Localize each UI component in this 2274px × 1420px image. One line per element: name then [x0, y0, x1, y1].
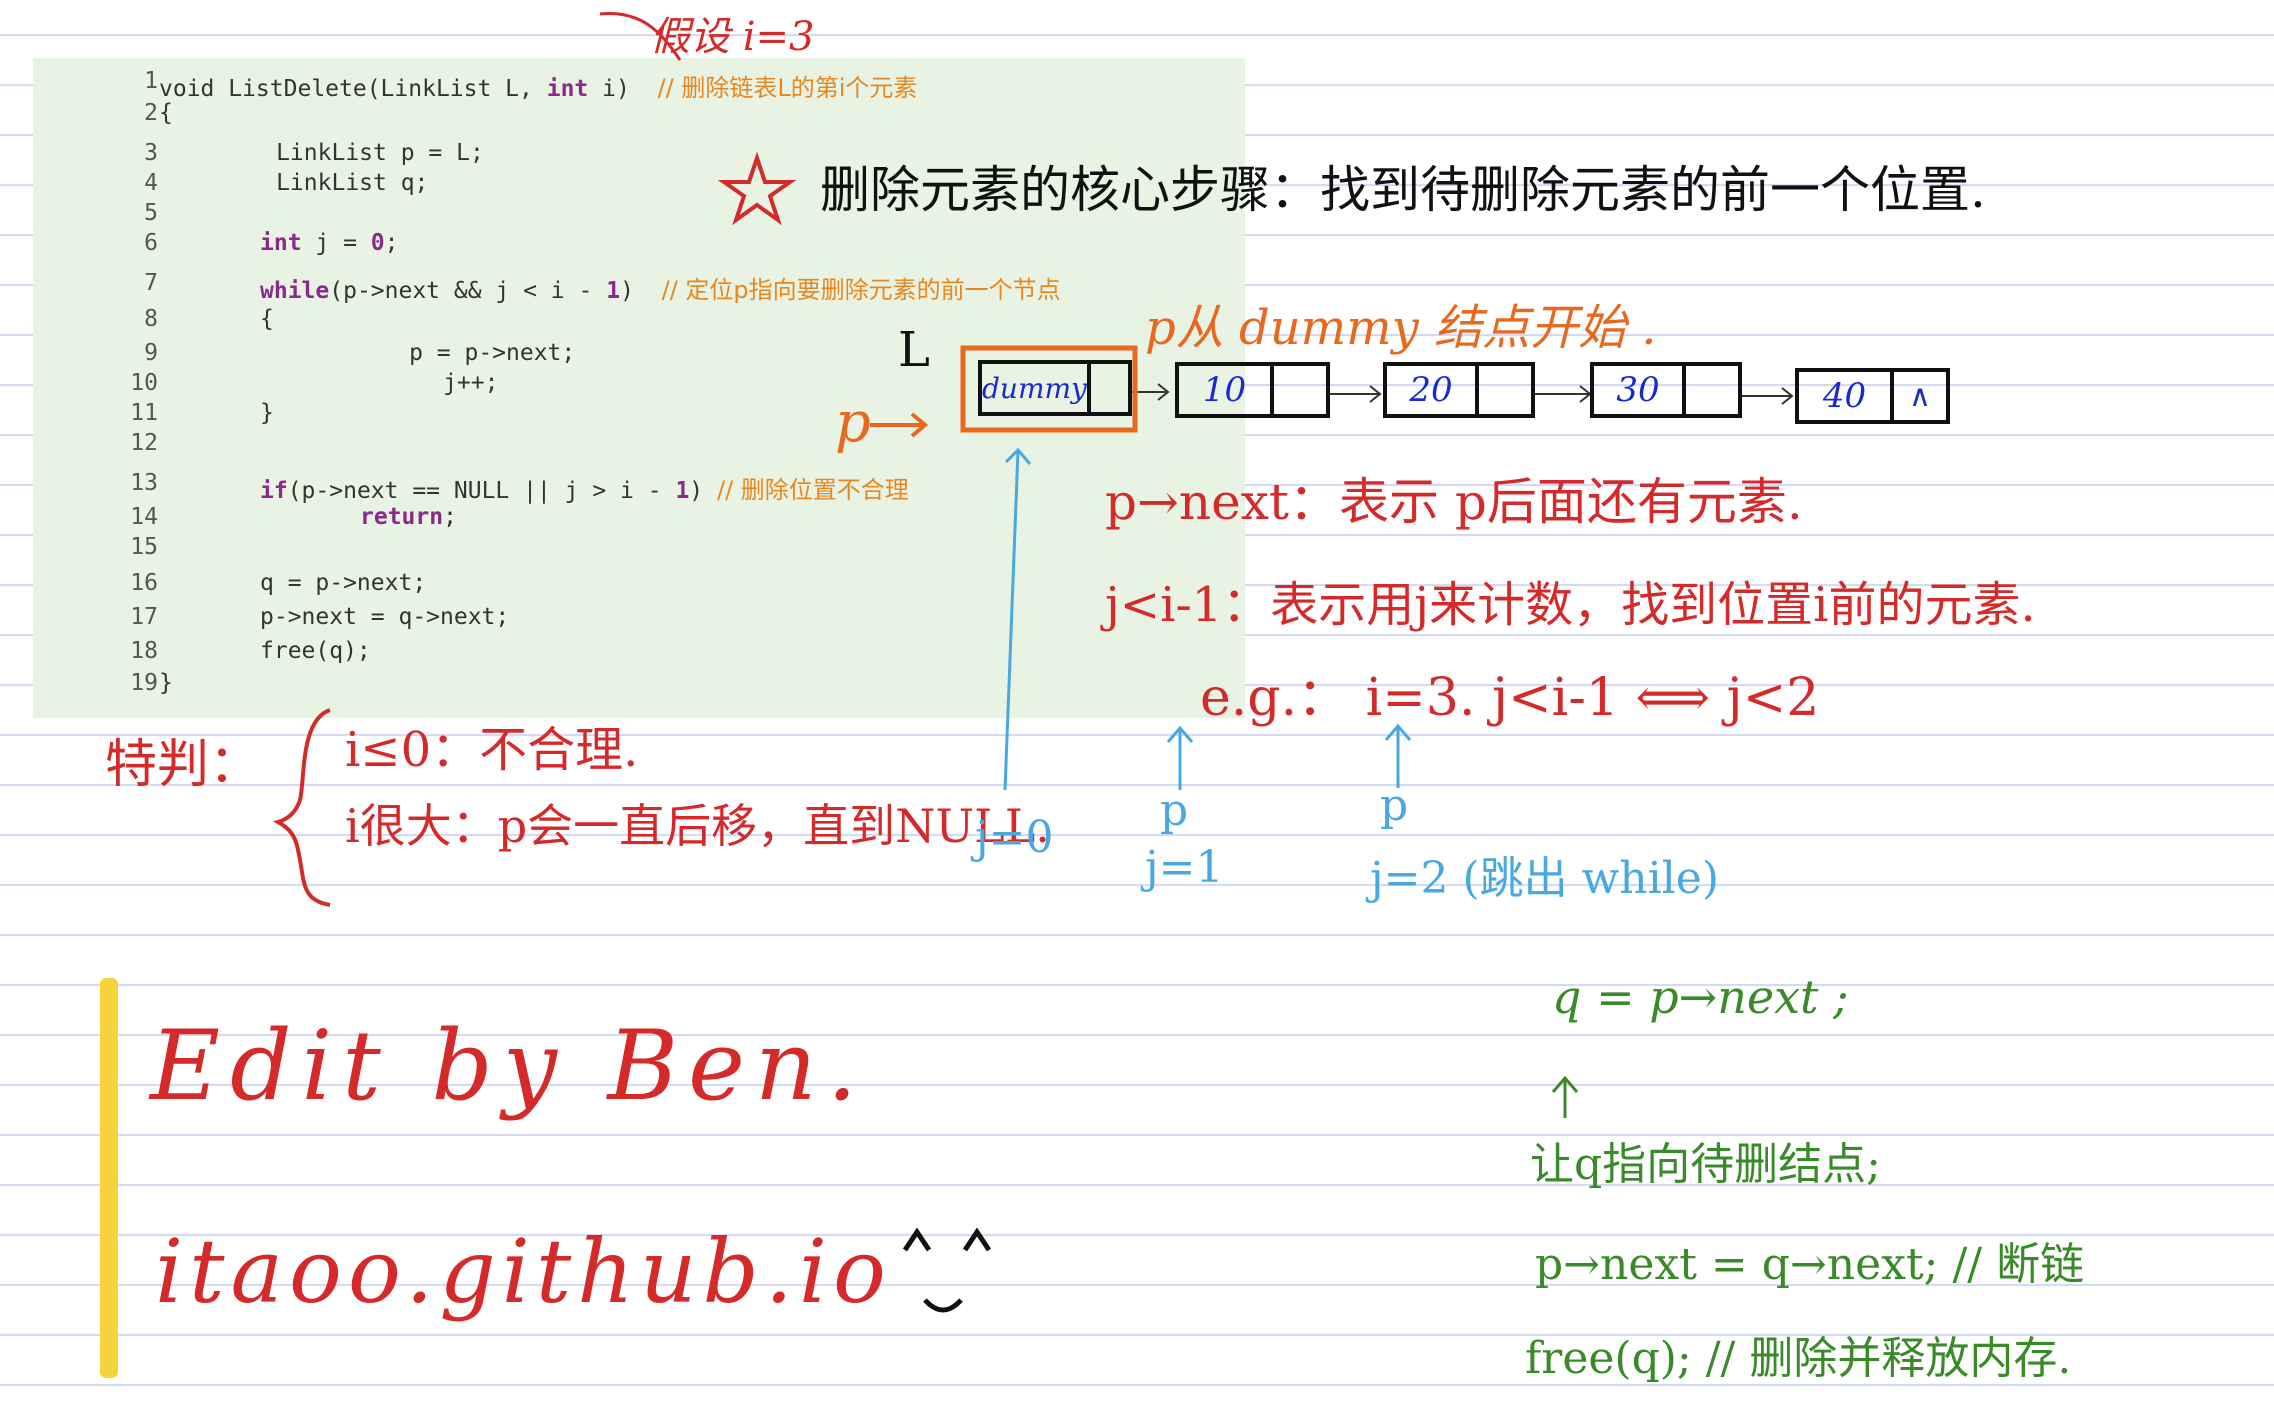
- null-pointer: ∧: [1890, 372, 1946, 420]
- note-judge: 特判：: [105, 735, 262, 795]
- note-p-from-dummy: p从 dummy 结点开始 .: [1145, 300, 1657, 356]
- note-q-assign: q = p→next ;: [1552, 970, 1849, 1024]
- note-q-desc: 让q指向待删结点;: [1530, 1139, 1881, 1190]
- note-jlt-meaning: j<i-1：表示用j来计数，找到位置i前的元素.: [1105, 577, 2036, 633]
- list-node: dummy: [978, 360, 1132, 416]
- signature-site: itaoo.github.io: [155, 1220, 892, 1323]
- note-assume: 假设 i=3: [650, 14, 815, 60]
- label-j2: j=2 (跳出 while): [1370, 853, 1719, 904]
- node-value: 30: [1616, 370, 1660, 410]
- list-node: 20: [1383, 362, 1535, 418]
- label-j1: j=1: [1145, 842, 1224, 893]
- node-value: 20: [1409, 370, 1453, 410]
- label-p1: p: [1160, 785, 1189, 836]
- note-judge-2: i很大：p会一直后移，直到NULL.: [345, 799, 1050, 853]
- note-judge-1: i≤0：不合理.: [345, 722, 639, 778]
- note-core-step: 删除元素的核心步骤：找到待删除元素的前一个位置.: [820, 161, 1986, 219]
- note-example: e.g.： i=3. j<i-1 ⟺ j<2: [1200, 668, 1820, 728]
- smiley-face: ^^: [900, 1190, 903, 1192]
- signature-name: Edit by Ben.: [150, 1010, 868, 1122]
- label-p2: p: [1380, 780, 1409, 831]
- note-relink: p→next = q→next; // 断链: [1535, 1239, 2085, 1290]
- star-icon: [717, 151, 797, 226]
- list-node: 10: [1175, 362, 1330, 418]
- node-value: 10: [1202, 370, 1247, 410]
- node-value: dummy: [982, 371, 1087, 405]
- node-value: 40: [1822, 376, 1867, 416]
- list-node: 30: [1590, 362, 1742, 418]
- label-p: p: [835, 390, 871, 455]
- highlight-bar: [100, 978, 118, 1378]
- note-pnext-meaning: p→next：表示 p后面还有元素.: [1105, 473, 1803, 531]
- label-L: L: [898, 322, 930, 378]
- list-node: 40 ∧: [1795, 368, 1950, 424]
- label-j0: j=0: [975, 812, 1054, 863]
- note-free: free(q); // 删除并释放内存.: [1525, 1333, 2072, 1384]
